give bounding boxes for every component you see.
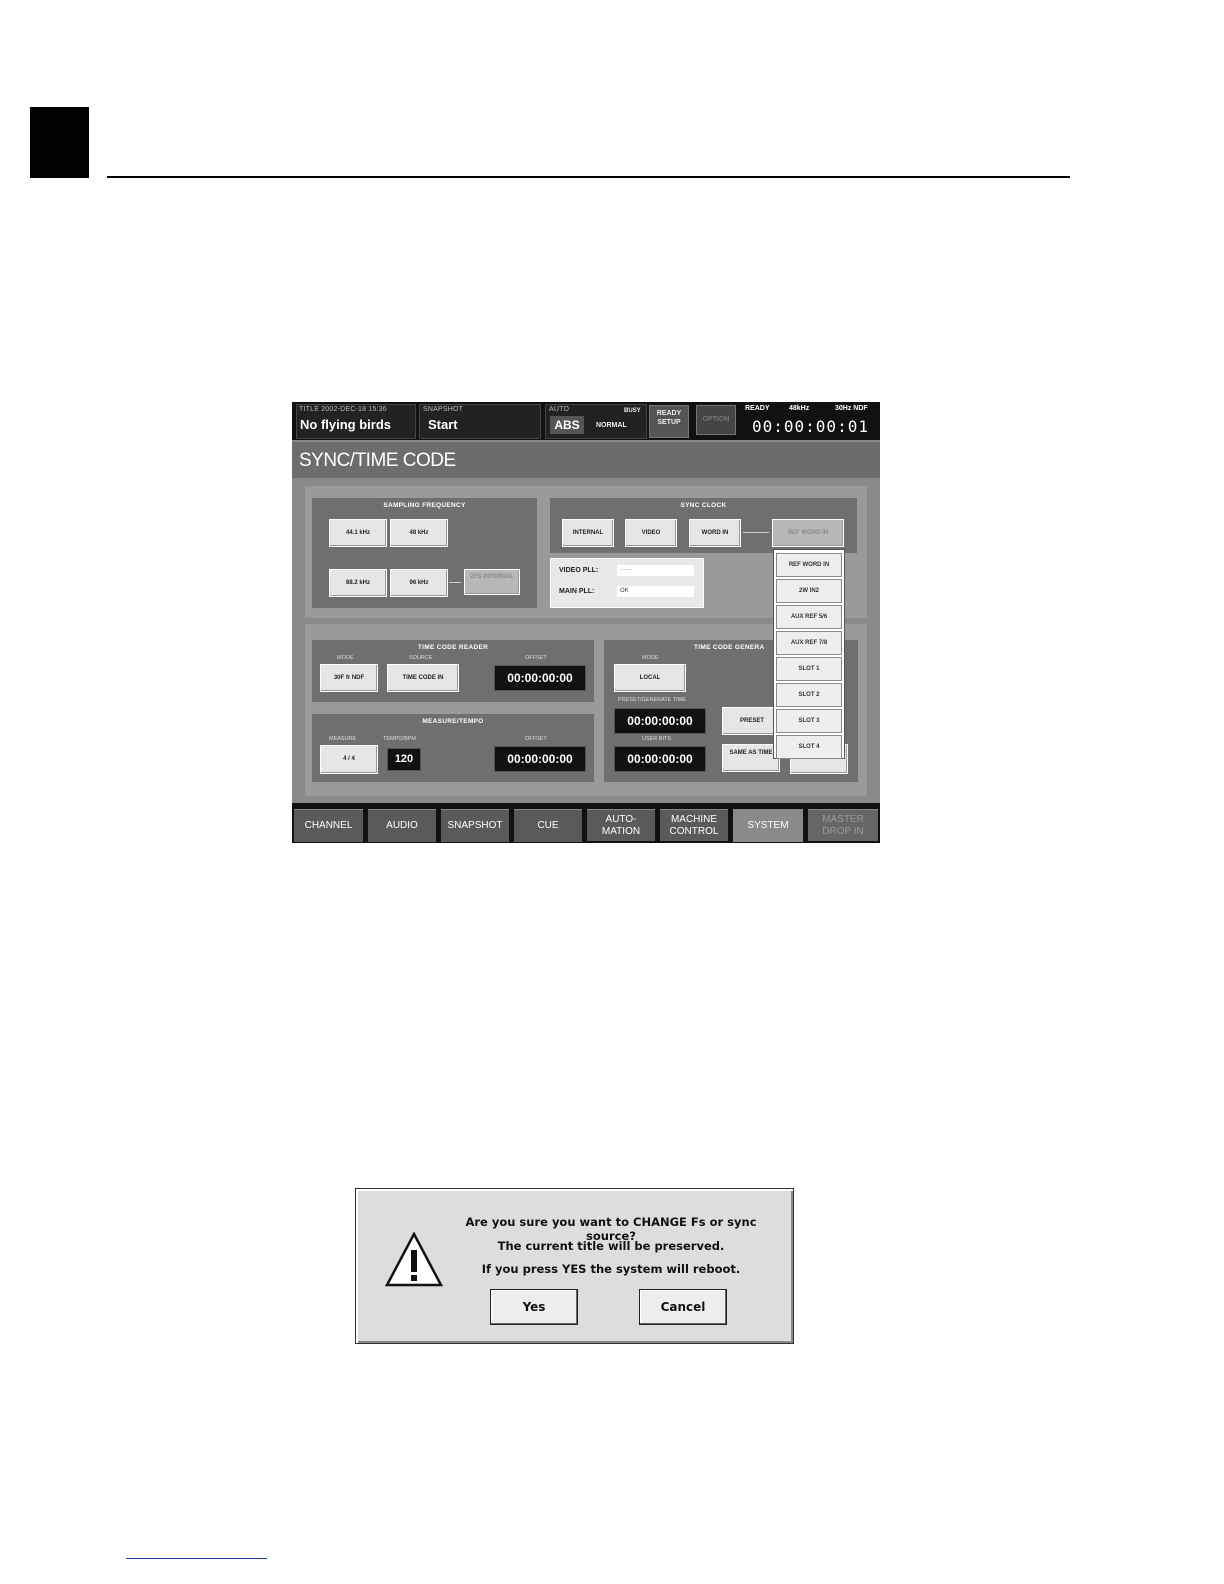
fs-88-2-button[interactable]: 88.2 kHz [329, 569, 387, 597]
yes-button[interactable]: Yes [490, 1289, 578, 1325]
video-pll-value: ------ [617, 565, 694, 576]
preset-time-display[interactable]: 00:00:00:00 [614, 708, 706, 734]
tc-reader-mode-button[interactable]: 30F fr NDF [320, 664, 378, 692]
user-bits-label: USER BITS [642, 736, 672, 742]
tab-audio[interactable]: AUDIO [368, 809, 436, 842]
tab-channel[interactable]: CHANNEL [294, 809, 363, 842]
title-field[interactable]: TITLE 2002-DEC-18 15:36 No flying birds [296, 404, 416, 439]
auto-mode: NORMAL [596, 422, 627, 429]
cancel-button[interactable]: Cancel [639, 1289, 727, 1325]
dialog-message-line-3: If you press YES the system will reboot. [481, 1262, 741, 1276]
status-rate: 48kHz [789, 405, 810, 412]
dropdown-item-slot-4[interactable]: SLOT 4 [776, 735, 842, 759]
tempo-display[interactable]: 120 [387, 748, 421, 771]
tc-generator-mode-label: MODE [642, 655, 659, 661]
connector-line [449, 582, 461, 583]
tc-reader-source-button[interactable]: TIME CODE IN [387, 664, 459, 692]
sync-source-dropdown[interactable]: REF WORD IN 2W IN2 AUX REF 5/6 AUX REF 7… [773, 549, 845, 759]
same-as-time-button[interactable]: SAME AS TIME [722, 744, 780, 772]
preset-generate-label: PRESET/GENERATE TIME [618, 697, 686, 703]
tempo-label: TEMPO/BPM [383, 736, 417, 742]
tab-machine-control[interactable]: MACHINE CONTROL [660, 809, 728, 841]
tc-reader-offset-display[interactable]: 00:00:00:00 [494, 665, 586, 691]
sync-internal-button[interactable]: INTERNAL [562, 519, 614, 547]
dialog-message-line-2: The current title will be preserved. [497, 1239, 725, 1253]
timecode-display: 00:00:00:01 [752, 417, 869, 436]
sync-video-button[interactable]: VIDEO [625, 519, 677, 547]
main-pll-label: MAIN PLL: [559, 588, 595, 595]
measure-offset-display[interactable]: 00:00:00:00 [494, 746, 586, 772]
confirm-dialog: Are you sure you want to CHANGE Fs or sy… [355, 1188, 794, 1344]
title-value: No flying birds [300, 417, 391, 432]
dropdown-item-ref-word-in[interactable]: REF WORD IN [776, 553, 842, 577]
warning-icon [384, 1231, 444, 1287]
fs-44-1-button[interactable]: 44.1 kHz [329, 519, 387, 547]
tab-system[interactable]: SYSTEM [733, 809, 803, 842]
snapshot-label: SNAPSHOT [423, 406, 464, 413]
tab-master-drop-in[interactable]: MASTER DROP IN [808, 809, 878, 841]
measure-button[interactable]: 4 / 4 [320, 745, 378, 774]
dropdown-item-aux-ref-7-8[interactable]: AUX REF 7/8 [776, 631, 842, 655]
chapter-tab-block [30, 107, 89, 178]
tab-automation[interactable]: AUTO- MATION [587, 809, 655, 841]
tab-cue[interactable]: CUE [514, 809, 582, 842]
sync-time-code-screen: TITLE 2002-DEC-18 15:36 No flying birds … [292, 402, 880, 843]
tab-snapshot[interactable]: SNAPSHOT [441, 809, 509, 842]
function-tab-bar: CHANNEL AUDIO SNAPSHOT CUE AUTO- MATION … [292, 803, 880, 843]
dropdown-item-2w-in2[interactable]: 2W IN2 [776, 579, 842, 603]
status-ready: READY [745, 405, 770, 412]
auto-label: AUTO [549, 406, 570, 413]
automation-field[interactable]: AUTO ABS NORMAL BUSY [545, 404, 647, 439]
fs-2fs-internal-button[interactable]: 2FS INTERNAL [464, 569, 520, 595]
tc-reader-label: TIME CODE READER [417, 644, 489, 651]
fs-96-button[interactable]: 96 kHz [390, 569, 448, 597]
dropdown-item-slot-1[interactable]: SLOT 1 [776, 657, 842, 681]
measure-label: MEASURE [329, 736, 357, 742]
snapshot-value: Start [428, 417, 458, 432]
status-bar: TITLE 2002-DEC-18 15:36 No flying birds … [292, 402, 880, 440]
auto-value: ABS [550, 416, 584, 434]
footer-rule [126, 1558, 267, 1559]
video-pll-label: VIDEO PLL: [559, 567, 599, 574]
page-title: SYNC/TIME CODE [299, 450, 456, 471]
main-pll-value: OK [617, 586, 694, 597]
auto-extra: BUSY [624, 408, 641, 414]
option-button[interactable]: OPTION [696, 405, 736, 435]
sync-clock-label: SYNC CLOCK [680, 502, 727, 509]
fs-48-button[interactable]: 48 kHz [390, 519, 448, 547]
tc-reader-source-label: SOURCE [409, 655, 433, 661]
connector-line [743, 532, 769, 533]
sync-word-in-button[interactable]: WORD IN [689, 519, 741, 547]
status-fps: 30Hz NDF [835, 405, 868, 412]
measure-offset-label: OFFSET [525, 736, 547, 742]
header-rule [107, 176, 1070, 178]
tc-generator-mode-button[interactable]: LOCAL [614, 664, 686, 692]
dropdown-item-aux-ref-5-6[interactable]: AUX REF 5/6 [776, 605, 842, 629]
user-bits-display[interactable]: 00:00:00:00 [614, 746, 706, 772]
ready-setup-button[interactable]: READY SETUP [649, 405, 689, 438]
title-label: TITLE 2002-DEC-18 15:36 [299, 406, 387, 413]
pll-status-box: VIDEO PLL: ------ MAIN PLL: OK [550, 558, 704, 608]
snapshot-field[interactable]: SNAPSHOT Start [419, 404, 541, 439]
tc-reader-offset-label: OFFSET [525, 655, 547, 661]
dropdown-item-slot-3[interactable]: SLOT 3 [776, 709, 842, 733]
measure-tempo-label: MEASURE/TEMPO [422, 718, 484, 725]
sync-ref-word-in-button[interactable]: REF WORD IN [772, 519, 844, 547]
dropdown-item-slot-2[interactable]: SLOT 2 [776, 683, 842, 707]
tc-reader-mode-label: MODE [337, 655, 354, 661]
sampling-frequency-label: SAMPLING FREQUENCY [383, 502, 466, 509]
